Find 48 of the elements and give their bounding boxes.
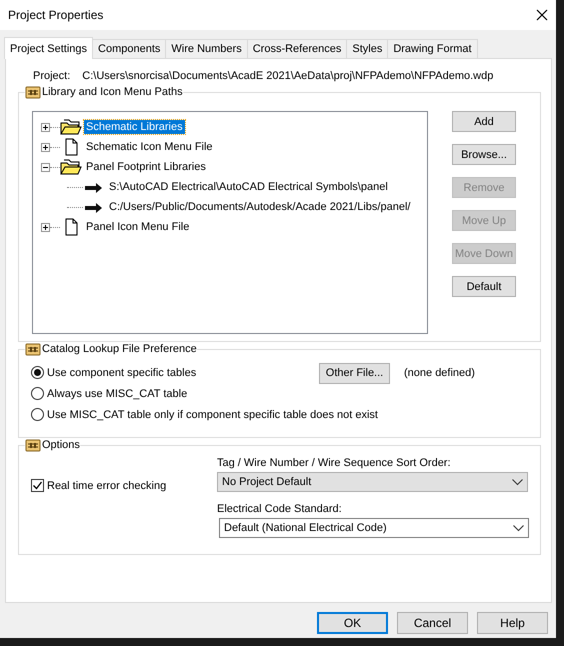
group-title: Options	[42, 439, 80, 451]
dropdown-value: Default (National Electrical Code)	[224, 522, 387, 534]
tree-item[interactable]: C:/Users/Public/Documents/Autodesk/Acade 2021/Libs/panel/	[107, 200, 412, 214]
caret-icon	[513, 524, 524, 532]
window-title: Project Properties	[8, 8, 104, 22]
project-label: Project:	[33, 70, 70, 82]
group-title: Catalog Lookup File Preference	[42, 343, 197, 355]
folder-icon	[60, 118, 82, 136]
close-icon[interactable]	[536, 9, 548, 21]
group-title: Library and Icon Menu Paths	[42, 86, 183, 98]
radio-button[interactable]	[31, 387, 44, 400]
checkbox-label: Real time error checking	[47, 480, 166, 492]
radio-label: Use component specific tables	[47, 366, 196, 378]
dialog-button[interactable]: Help	[477, 612, 548, 634]
tree-item[interactable]: Schematic Libraries	[84, 120, 185, 134]
dropdown[interactable]: Default (National Electrical Code)	[219, 518, 529, 538]
dialog-button[interactable]: OK	[317, 612, 388, 634]
dialog-button[interactable]: Cancel	[397, 612, 468, 634]
tree-item[interactable]: S:\AutoCAD Electrical\AutoCAD Electrical Symbols\panel	[107, 180, 390, 194]
field-label: Tag / Wire Number / Wire Sequence Sort Order:	[217, 456, 452, 471]
collapse-icon[interactable]	[41, 162, 50, 172]
dropdown[interactable]: No Project Default	[217, 472, 528, 492]
toolbox-icon	[25, 438, 41, 452]
tab[interactable]: Drawing Format	[387, 39, 478, 58]
expand-icon[interactable]	[41, 122, 50, 132]
radio-button[interactable]	[31, 408, 44, 421]
side-button[interactable]: Browse...	[452, 144, 516, 165]
folder-icon	[60, 158, 82, 176]
caret-icon	[512, 478, 523, 486]
project-path: C:\Users\snorcisa\Documents\AcadE 2021\AeData\proj\NFPAdemo\NFPAdemo.wdp	[82, 70, 494, 82]
dropdown-value: No Project Default	[222, 476, 312, 488]
radio-button[interactable]	[31, 366, 44, 379]
other-file-value: (none defined)	[404, 367, 475, 379]
side-button[interactable]: Add	[452, 111, 516, 132]
expand-icon[interactable]	[41, 142, 50, 152]
checkbox[interactable]	[31, 479, 44, 492]
radio-label: Always use MISC_CAT table	[47, 388, 188, 400]
tree-item[interactable]: Panel Icon Menu File	[84, 220, 192, 234]
side-button[interactable]: Default	[452, 276, 516, 297]
tree-item[interactable]: Schematic Icon Menu File	[84, 140, 215, 154]
tree-item[interactable]: Panel Footprint Libraries	[84, 160, 208, 174]
other-file-button[interactable]: Other File...	[319, 362, 390, 384]
toolbox-icon	[25, 85, 41, 99]
expand-icon[interactable]	[41, 222, 50, 232]
field-label: Electrical Code Standard:	[217, 502, 343, 517]
tab[interactable]: Project Settings	[4, 37, 94, 59]
radio-label: Use MISC_CAT table only if component specific table does not exist	[47, 408, 378, 420]
toolbox-icon	[25, 342, 41, 356]
